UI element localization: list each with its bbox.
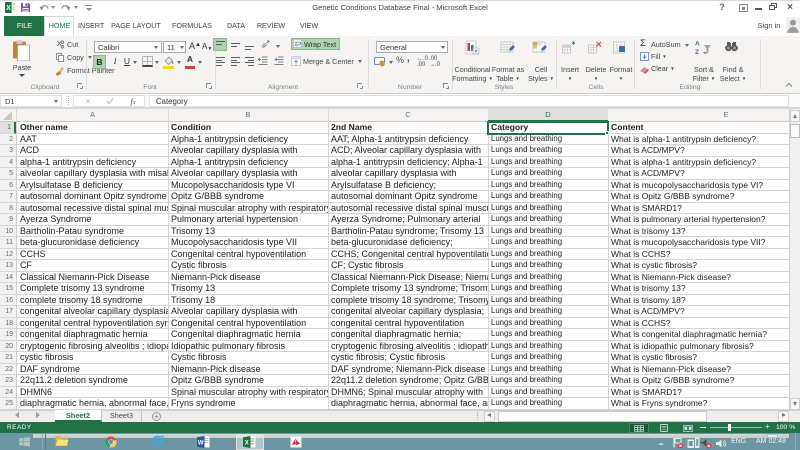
svg-text:ab: ab: [260, 42, 269, 50]
svg-text:$: $: [380, 62, 383, 68]
svg-text:W: W: [198, 440, 204, 446]
svg-text:≠: ≠: [475, 49, 478, 55]
svg-text:X: X: [6, 5, 11, 12]
svg-text:A: A: [695, 41, 700, 48]
svg-text:Z: Z: [695, 49, 699, 56]
svg-text:X: X: [245, 440, 249, 446]
